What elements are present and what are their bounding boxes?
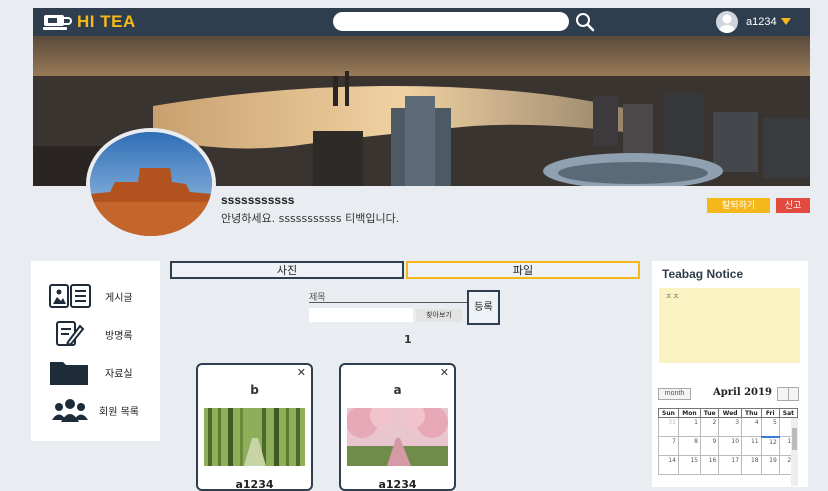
side-menu: 게시글 방명록 자료실 회원 목록 [31, 261, 160, 441]
calendar-day[interactable]: 2 [699, 417, 720, 437]
calendar-day[interactable]: 8 [677, 436, 702, 456]
weekday-header: Sat [778, 408, 799, 418]
title-input[interactable] [309, 308, 413, 322]
calendar-day[interactable]: 7 [658, 436, 679, 456]
calendar-day[interactable]: 31 [658, 417, 679, 437]
card-owner: a1234 [378, 478, 417, 491]
menu-item-members[interactable]: 회원 목록 [31, 395, 160, 425]
profile-intro: 안녕하세요. sssssssssss 티백입니다. [221, 212, 400, 225]
calendar-day[interactable]: 16 [699, 455, 720, 475]
calendar-title: April 2019 [713, 387, 772, 398]
bamboo-forest-image [204, 408, 305, 466]
calendar-day[interactable]: 4 [741, 417, 762, 437]
profile-name: sssssssssss [221, 193, 295, 207]
menu-label-archive: 자료실 [105, 368, 133, 380]
scrollbar-thumb[interactable] [792, 428, 797, 450]
cherry-blossom-image [347, 408, 448, 466]
menu-label-members: 회원 목록 [99, 406, 139, 418]
photo-card[interactable]: ✕ b a1234 [196, 363, 313, 491]
weekday-header: Thu [741, 408, 762, 418]
weekday-header: Sun [658, 408, 679, 418]
search-input[interactable] [333, 12, 569, 31]
calendar-day[interactable]: 1 [677, 417, 702, 437]
calendar-day[interactable]: 17 [718, 455, 743, 475]
photo-card[interactable]: ✕ a a1234 [339, 363, 456, 491]
calendar-day[interactable]: 18 [741, 455, 762, 475]
menu-item-board[interactable]: 게시글 [31, 281, 160, 311]
guestbook-icon [56, 321, 85, 347]
tab-file[interactable]: 파일 [406, 261, 640, 279]
search-icon[interactable] [574, 11, 596, 33]
weekday-header: Tue [699, 408, 720, 418]
card-title: b [250, 383, 259, 397]
weekday-header: Wed [718, 408, 743, 418]
menu-label-board: 게시글 [105, 292, 133, 304]
desert-image [90, 132, 212, 236]
notice-title: Teabag Notice [662, 267, 744, 281]
logo[interactable]: HI TEA [43, 12, 136, 32]
top-navbar: HI TEA a1234 [33, 8, 810, 36]
pagination-current[interactable]: 1 [404, 333, 412, 346]
members-icon [52, 399, 88, 422]
weekday-header: Mon [677, 408, 702, 418]
withdraw-button[interactable]: 탈퇴하기 [707, 198, 770, 213]
month-view-button[interactable]: month [658, 388, 691, 400]
notice-content: ㅈㅈ [659, 288, 800, 363]
calendar-day[interactable]: 15 [677, 455, 702, 475]
card-owner: a1234 [235, 478, 274, 491]
weekday-header: Fri [760, 408, 780, 418]
browse-button[interactable]: 찾아보기 [416, 309, 462, 322]
calendar-day[interactable]: 10 [718, 436, 743, 456]
user-icon [719, 14, 735, 33]
menu-item-archive[interactable]: 자료실 [31, 357, 160, 387]
title-underline [309, 302, 467, 303]
menu-item-guestbook[interactable]: 방명록 [31, 319, 160, 349]
calendar-day-today[interactable]: 5 [760, 417, 780, 438]
brand-name: HI TEA [77, 12, 136, 31]
notice-panel: Teabag Notice ㅈㅈ month April 2019 Sun Mo… [652, 261, 808, 487]
username[interactable]: a1234 [746, 16, 777, 28]
card-image [204, 408, 305, 466]
calendar-day[interactable]: 3 [718, 417, 743, 437]
board-icon [49, 284, 91, 308]
calendar-day[interactable]: 19 [760, 455, 780, 475]
tab-photo[interactable]: 사진 [170, 261, 404, 279]
calendar-scrollbar[interactable] [791, 418, 798, 486]
close-icon[interactable]: ✕ [440, 366, 449, 379]
caret-down-icon[interactable] [781, 18, 791, 25]
card-image [347, 408, 448, 466]
next-month-button[interactable] [788, 388, 798, 400]
user-avatar[interactable] [716, 11, 738, 33]
card-title: a [393, 383, 402, 397]
profile-photo [86, 128, 216, 240]
teacup-icon [43, 15, 72, 30]
calendar-nav [777, 387, 799, 401]
folder-icon [50, 362, 88, 385]
calendar-day[interactable]: 14 [658, 455, 679, 475]
register-button[interactable]: 등록 [467, 290, 500, 325]
calendar-grid: Sun Mon Tue Wed Thu Fri Sat 31 1 2 3 4 5… [658, 408, 799, 475]
calendar-day[interactable]: 11 [741, 436, 762, 456]
close-icon[interactable]: ✕ [297, 366, 306, 379]
calendar-day[interactable]: 9 [699, 436, 720, 456]
report-button[interactable]: 신고 [776, 198, 810, 213]
prev-month-button[interactable] [778, 388, 788, 400]
calendar-day[interactable]: 12 [760, 436, 780, 456]
menu-label-guestbook: 방명록 [105, 330, 133, 342]
